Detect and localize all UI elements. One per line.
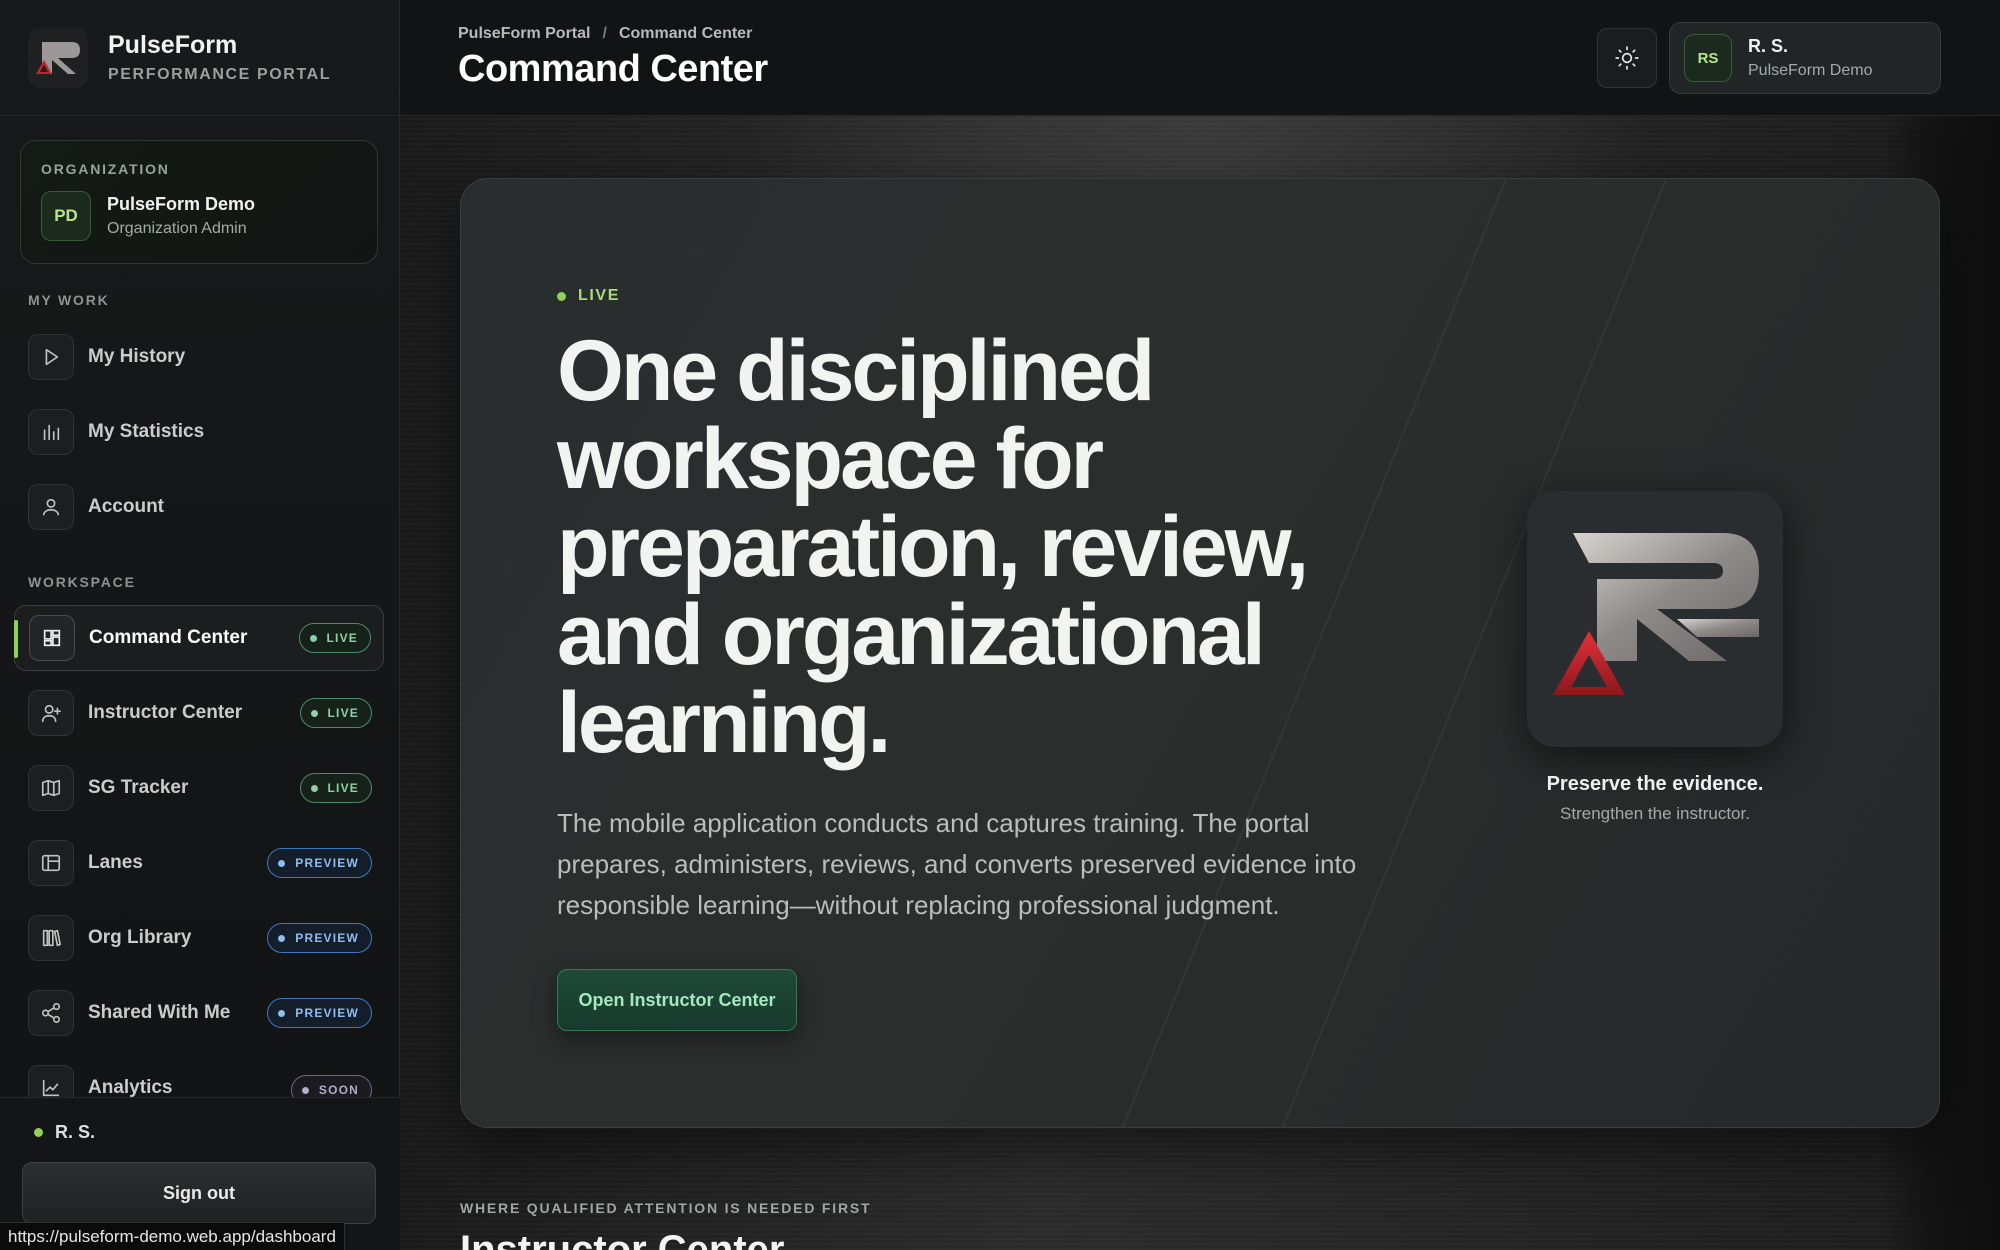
badge-label: SOON [318, 1083, 359, 1097]
sidebar-item-shared-with-me[interactable]: Shared With Me PREVIEW [14, 980, 384, 1046]
status-badge: PREVIEW [267, 923, 372, 953]
hero-headline: One disciplined workspace for preparatio… [557, 323, 1309, 771]
my-work-section-label: MY WORK [28, 292, 110, 308]
sidebar-item-label: Account [88, 496, 164, 517]
top-bar: PulseForm Portal / Command Center Comman… [400, 0, 2000, 116]
sidebar-item-command-center[interactable]: Command Center LIVE [14, 605, 384, 671]
footer-user-name: R. S. [55, 1122, 96, 1142]
share-icon [28, 990, 74, 1036]
sidebar-item-my-statistics[interactable]: My Statistics [14, 399, 384, 465]
line-chart-icon [28, 1065, 74, 1097]
sidebar-item-sg-tracker[interactable]: SG Tracker LIVE [14, 755, 384, 821]
organization-avatar: PD [41, 191, 91, 241]
footer-user: R. S. [22, 1122, 95, 1143]
dashboard-grid-icon [29, 615, 75, 661]
sidebar-item-label: Lanes [88, 852, 143, 873]
sidebar-item-lanes[interactable]: Lanes PREVIEW [14, 830, 384, 896]
brand-header[interactable]: PulseForm PERFORMANCE PORTAL [0, 0, 399, 116]
user-plus-icon [28, 690, 74, 736]
breadcrumb-separator: / [602, 25, 607, 42]
pulseform-logo-tile [1527, 491, 1783, 747]
sidebar-item-label: My History [88, 346, 186, 367]
layout-panel-icon [28, 840, 74, 886]
bar-chart-icon [28, 409, 74, 455]
sidebar-item-label: Instructor Center [88, 702, 243, 723]
section-kicker: WHERE QUALIFIED ATTENTION IS NEEDED FIRS… [460, 1200, 872, 1216]
badge-label: LIVE [327, 706, 359, 720]
user-menu[interactable]: RS R. S. PulseForm Demo [1669, 22, 1941, 94]
pulseform-emblem-icon [1553, 533, 1759, 695]
status-badge: PREVIEW [267, 848, 372, 878]
status-badge: LIVE [299, 698, 372, 728]
page-title: Command Center [458, 48, 768, 90]
badge-label: LIVE [326, 631, 358, 645]
section-heading: Instructor Center [460, 1228, 785, 1250]
play-icon [28, 334, 74, 380]
theme-toggle-button[interactable] [1597, 28, 1657, 88]
status-badge: LIVE [298, 623, 371, 653]
workspace-section-label: WORKSPACE [28, 574, 136, 590]
live-status-tag: LIVE [557, 287, 620, 305]
hero-card: LIVE One disciplined workspace for prepa… [460, 178, 1940, 1128]
organization-kicker: ORGANIZATION [41, 161, 170, 177]
sidebar-item-label: My Statistics [88, 421, 205, 442]
breadcrumb: PulseForm Portal / Command Center [458, 25, 752, 43]
avatar: RS [1684, 34, 1732, 82]
hero-description: The mobile application conducts and capt… [557, 808, 1357, 920]
sidebar-item-label: Shared With Me [88, 1002, 231, 1023]
sidebar-item-org-library[interactable]: Org Library PREVIEW [14, 905, 384, 971]
map-icon [28, 765, 74, 811]
pulseform-logo-icon [28, 27, 88, 88]
sidebar-item-analytics[interactable]: Analytics SOON [14, 1055, 384, 1097]
status-badge: SOON [290, 1075, 372, 1097]
sidebar: PulseForm PERFORMANCE PORTAL ORGANIZATIO… [0, 0, 400, 1250]
open-instructor-center-button[interactable]: Open Instructor Center [557, 969, 797, 1031]
sidebar-item-account[interactable]: Account [14, 474, 384, 540]
user-icon [28, 484, 74, 530]
badge-label: PREVIEW [295, 1006, 359, 1020]
tagline-primary: Preserve the evidence. [1546, 773, 1764, 795]
sidebar-item-instructor-center[interactable]: Instructor Center LIVE [14, 680, 384, 746]
user-name: R. S. [1748, 36, 1789, 56]
badge-label: LIVE [327, 781, 359, 795]
status-badge: LIVE [299, 773, 372, 803]
sidebar-item-label: Org Library [88, 927, 192, 948]
sun-icon [1615, 46, 1639, 70]
sidebar-item-label: SG Tracker [88, 777, 189, 798]
online-status-dot [34, 1128, 43, 1137]
sign-out-button[interactable]: Sign out [22, 1162, 376, 1224]
breadcrumb-item-portal[interactable]: PulseForm Portal [458, 25, 590, 43]
user-organization: PulseForm Demo [1748, 62, 1873, 79]
badge-label: PREVIEW [295, 931, 359, 945]
organization-role: Organization Admin [107, 220, 247, 237]
breadcrumb-item-current: Command Center [618, 25, 753, 42]
sidebar-item-my-history[interactable]: My History [14, 324, 384, 390]
tagline-secondary: Strengthen the instructor. [1560, 804, 1750, 823]
brand-subtitle: PERFORMANCE PORTAL [108, 66, 332, 83]
status-badge: PREVIEW [267, 998, 372, 1028]
library-icon [28, 915, 74, 961]
organization-name: PulseForm Demo [107, 194, 256, 214]
brand-name: PulseForm [108, 31, 238, 59]
live-dot [557, 291, 566, 301]
sidebar-item-label: Analytics [88, 1077, 173, 1097]
link-status-bar: https://pulseform-demo.web.app/dashboard [0, 1222, 345, 1250]
organization-card[interactable]: ORGANIZATION PD PulseForm Demo Organizat… [20, 140, 378, 264]
sidebar-item-label: Command Center [89, 627, 248, 648]
brand-tagline: Preserve the evidence. Strengthen the in… [1495, 773, 1815, 824]
main-content: LIVE One disciplined workspace for prepa… [400, 116, 2000, 1250]
badge-label: PREVIEW [295, 856, 359, 870]
live-status-label: LIVE [578, 287, 620, 304]
